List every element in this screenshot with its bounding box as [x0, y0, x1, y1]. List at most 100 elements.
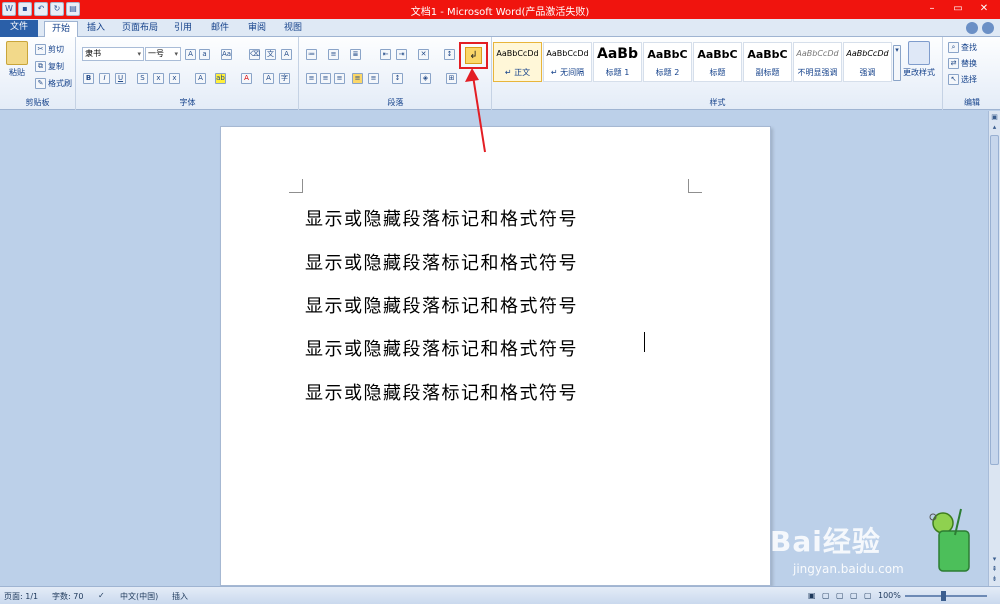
language-indicator[interactable]: 中文(中国)	[120, 591, 158, 602]
bold-icon[interactable]: B	[83, 73, 94, 84]
minimize-icon[interactable]: –	[920, 1, 944, 16]
margin-corner-top-left	[289, 179, 303, 193]
vertical-scrollbar[interactable]: ▣ ▴ ▾ ⇞ ⇟	[988, 111, 1000, 586]
copy-icon: ⧉	[35, 61, 46, 72]
view-outline-icon[interactable]: ▢	[850, 591, 858, 600]
view-full-screen-icon[interactable]: ▢	[822, 591, 830, 600]
scroll-up-icon[interactable]: ▴	[990, 123, 999, 132]
minimize-ribbon-icon[interactable]	[966, 22, 978, 34]
scissors-icon: ✂	[35, 44, 46, 55]
doc-line-2[interactable]: 显示或隐藏段落标记和格式符号	[305, 249, 578, 275]
styles-group: AaBbCcDd ↵ 正文 AaBbCcDd ↵ 无间隔 AaBb 标题 1 A…	[493, 37, 943, 110]
style-heading-1[interactable]: AaBb 标题 1	[593, 42, 642, 82]
text-effects-icon[interactable]: A	[195, 73, 206, 84]
change-case-icon[interactable]: Aa	[221, 49, 232, 60]
help-icon[interactable]	[982, 22, 994, 34]
enclose-char-icon[interactable]: 字	[279, 73, 290, 84]
insert-mode[interactable]: 插入	[172, 591, 188, 602]
align-right-icon[interactable]: ≡	[334, 73, 345, 84]
tab-home[interactable]: 开始	[44, 21, 78, 37]
style-subtle-emphasis[interactable]: AaBbCcDd 不明显强调	[793, 42, 842, 82]
view-draft-icon[interactable]: ▢	[864, 591, 872, 600]
word-count[interactable]: 字数: 70	[52, 591, 83, 602]
status-bar: 页面: 1/1 字数: 70 ✓ 中文(中国) 插入 ▣ ▢ ▢ ▢ ▢ 100…	[0, 586, 1000, 604]
tab-file[interactable]: 文件	[0, 20, 38, 37]
doc-line-5[interactable]: 显示或隐藏段落标记和格式符号	[305, 379, 578, 405]
doc-line-4[interactable]: 显示或隐藏段落标记和格式符号	[305, 335, 578, 361]
scroll-ruler-icon[interactable]: ▣	[990, 113, 999, 122]
mascot-cup-icon	[929, 508, 970, 572]
page-count[interactable]: 页面: 1/1	[4, 591, 38, 602]
char-shading-icon[interactable]: A	[263, 73, 274, 84]
underline-icon[interactable]: U	[115, 73, 126, 84]
style-no-spacing[interactable]: AaBbCcDd ↵ 无间隔	[543, 42, 592, 82]
next-page-icon[interactable]: ⇟	[990, 575, 999, 584]
justify-icon[interactable]: ≡	[352, 73, 363, 84]
align-center-icon[interactable]: ≡	[320, 73, 331, 84]
align-left-icon[interactable]: ≡	[306, 73, 317, 84]
proofing-icon[interactable]: ✓	[98, 591, 105, 600]
font-size-select[interactable]: 一号	[145, 47, 181, 61]
bullets-icon[interactable]: ≔	[306, 49, 317, 60]
style-normal[interactable]: AaBbCcDd ↵ 正文	[493, 42, 542, 82]
format-painter-button[interactable]: ✎ 格式刷	[35, 78, 72, 89]
style-emphasis[interactable]: AaBbCcDd 强调	[843, 42, 892, 82]
scroll-thumb[interactable]	[990, 135, 999, 465]
shrink-font-icon[interactable]: a	[199, 49, 210, 60]
strikethrough-icon[interactable]: S	[137, 73, 148, 84]
change-styles-button[interactable]: 更改样式	[903, 41, 935, 78]
zoom-level[interactable]: 100%	[878, 591, 901, 600]
prev-page-icon[interactable]: ⇞	[990, 565, 999, 574]
tab-page-layout[interactable]: 页面布局	[118, 21, 162, 37]
char-border-icon[interactable]: A	[281, 49, 292, 60]
style-subtitle[interactable]: AaBbC 副标题	[743, 42, 792, 82]
shading-icon[interactable]: ◈	[420, 73, 431, 84]
distributed-icon[interactable]: ≡	[368, 73, 379, 84]
tab-view[interactable]: 视图	[280, 21, 306, 37]
grow-font-icon[interactable]: A	[185, 49, 196, 60]
italic-icon[interactable]: I	[99, 73, 110, 84]
tab-references[interactable]: 引用	[170, 21, 196, 37]
style-title[interactable]: AaBbC 标题	[693, 42, 742, 82]
view-print-layout-icon[interactable]: ▣	[808, 591, 816, 600]
borders-icon[interactable]: ⊞	[446, 73, 457, 84]
replace-button[interactable]: ⇄ 替换	[948, 58, 977, 69]
paste-button[interactable]: 粘贴	[6, 41, 28, 78]
highlight-color-icon[interactable]: ab	[215, 73, 226, 84]
zoom-slider[interactable]	[905, 595, 987, 597]
numbering-icon[interactable]: ≡	[328, 49, 339, 60]
phonetic-guide-icon[interactable]: 文	[265, 49, 276, 60]
replace-icon: ⇄	[948, 58, 959, 69]
tab-insert[interactable]: 插入	[84, 21, 108, 37]
font-color-icon[interactable]: A	[241, 73, 252, 84]
maximize-icon[interactable]: ▭	[946, 1, 970, 16]
multilevel-list-icon[interactable]: ≣	[350, 49, 361, 60]
ribbon-help-icons	[966, 22, 994, 34]
view-web-icon[interactable]: ▢	[836, 591, 844, 600]
copy-button[interactable]: ⧉ 复制	[35, 61, 64, 72]
sort-icon[interactable]: ↕	[444, 49, 455, 60]
document-page[interactable]: 显示或隐藏段落标记和格式符号 显示或隐藏段落标记和格式符号 显示或隐藏段落标记和…	[220, 126, 771, 586]
doc-line-1[interactable]: 显示或隐藏段落标记和格式符号	[305, 205, 578, 231]
cut-button[interactable]: ✂ 剪切	[35, 44, 64, 55]
find-button[interactable]: ⌕ 查找	[948, 42, 977, 53]
doc-line-3[interactable]: 显示或隐藏段落标记和格式符号	[305, 292, 578, 318]
baidu-watermark-url: jingyan.baidu.com	[793, 562, 904, 576]
find-icon: ⌕	[948, 42, 959, 53]
superscript-icon[interactable]: x	[169, 73, 180, 84]
close-icon[interactable]: ✕	[972, 1, 996, 16]
zoom-slider-knob[interactable]	[941, 591, 946, 601]
select-button[interactable]: ↖ 选择	[948, 74, 977, 85]
style-heading-2[interactable]: AaBbC 标题 2	[643, 42, 692, 82]
tab-mailings[interactable]: 邮件	[207, 21, 233, 37]
subscript-icon[interactable]: x	[153, 73, 164, 84]
font-name-select[interactable]: 隶书	[82, 47, 144, 61]
chinese-layout-icon[interactable]: ✕	[418, 49, 429, 60]
clear-format-icon[interactable]: ⌫	[249, 49, 260, 60]
styles-scroll-icon[interactable]: ▾	[893, 45, 901, 81]
line-spacing-icon[interactable]: ↕	[392, 73, 403, 84]
increase-indent-icon[interactable]: ⇥	[396, 49, 407, 60]
scroll-down-icon[interactable]: ▾	[990, 555, 999, 564]
tab-review[interactable]: 审阅	[244, 21, 270, 37]
decrease-indent-icon[interactable]: ⇤	[380, 49, 391, 60]
